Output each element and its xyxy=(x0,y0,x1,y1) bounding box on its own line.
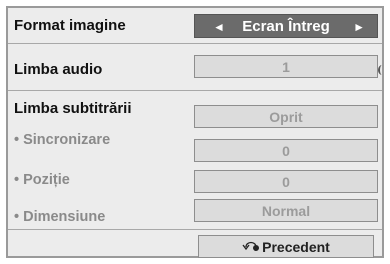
pozitie-selector[interactable]: 0 xyxy=(194,170,378,193)
row-sincronizare[interactable]: • Sincronizare 0 xyxy=(8,126,382,162)
row-format-imagine[interactable]: Format imagine ◄ Ecran Întreg ► xyxy=(8,8,382,44)
row-limba-subtitrarii[interactable]: Limba subtitrării Oprit xyxy=(8,92,382,128)
return-arrow-icon xyxy=(242,238,260,255)
sincronizare-selector[interactable]: 0 xyxy=(194,139,378,162)
limba-audio-value: 1 xyxy=(282,58,290,75)
limba-subtitrarii-label: Limba subtitrării xyxy=(14,100,132,117)
scroll-marker xyxy=(378,65,386,75)
sincronizare-value: 0 xyxy=(282,142,290,159)
pozitie-label: • Poziție xyxy=(14,172,70,188)
dimensiune-selector[interactable]: Normal xyxy=(194,199,378,222)
arrow-right-icon[interactable]: ► xyxy=(353,20,365,34)
sincronizare-label: • Sincronizare xyxy=(14,132,111,148)
format-imagine-selector[interactable]: ◄ Ecran Întreg ► xyxy=(194,14,378,38)
limba-audio-selector[interactable]: 1 xyxy=(194,55,378,78)
dimensiune-value: Normal xyxy=(261,202,311,219)
format-imagine-value: Ecran Întreg xyxy=(242,17,330,35)
precedent-label: Precedent xyxy=(262,238,330,255)
limba-audio-label: Limba audio xyxy=(14,61,103,78)
pozitie-value: 0 xyxy=(282,173,290,190)
precedent-button[interactable]: Precedent xyxy=(198,235,374,258)
row-dimensiune[interactable]: • Dimensiune Normal xyxy=(8,192,382,230)
arrow-left-icon[interactable]: ◄ xyxy=(213,20,225,34)
settings-panel: Format imagine ◄ Ecran Întreg ► Limba au… xyxy=(6,6,384,258)
limba-subtitrarii-selector[interactable]: Oprit xyxy=(194,105,378,128)
limba-subtitrarii-value: Oprit xyxy=(269,108,303,125)
dimensiune-label: • Dimensiune xyxy=(14,209,106,225)
format-imagine-label: Format imagine xyxy=(14,17,126,34)
row-limba-audio[interactable]: Limba audio 1 xyxy=(8,44,382,91)
row-pozitie[interactable]: • Poziție 0 xyxy=(8,160,382,193)
